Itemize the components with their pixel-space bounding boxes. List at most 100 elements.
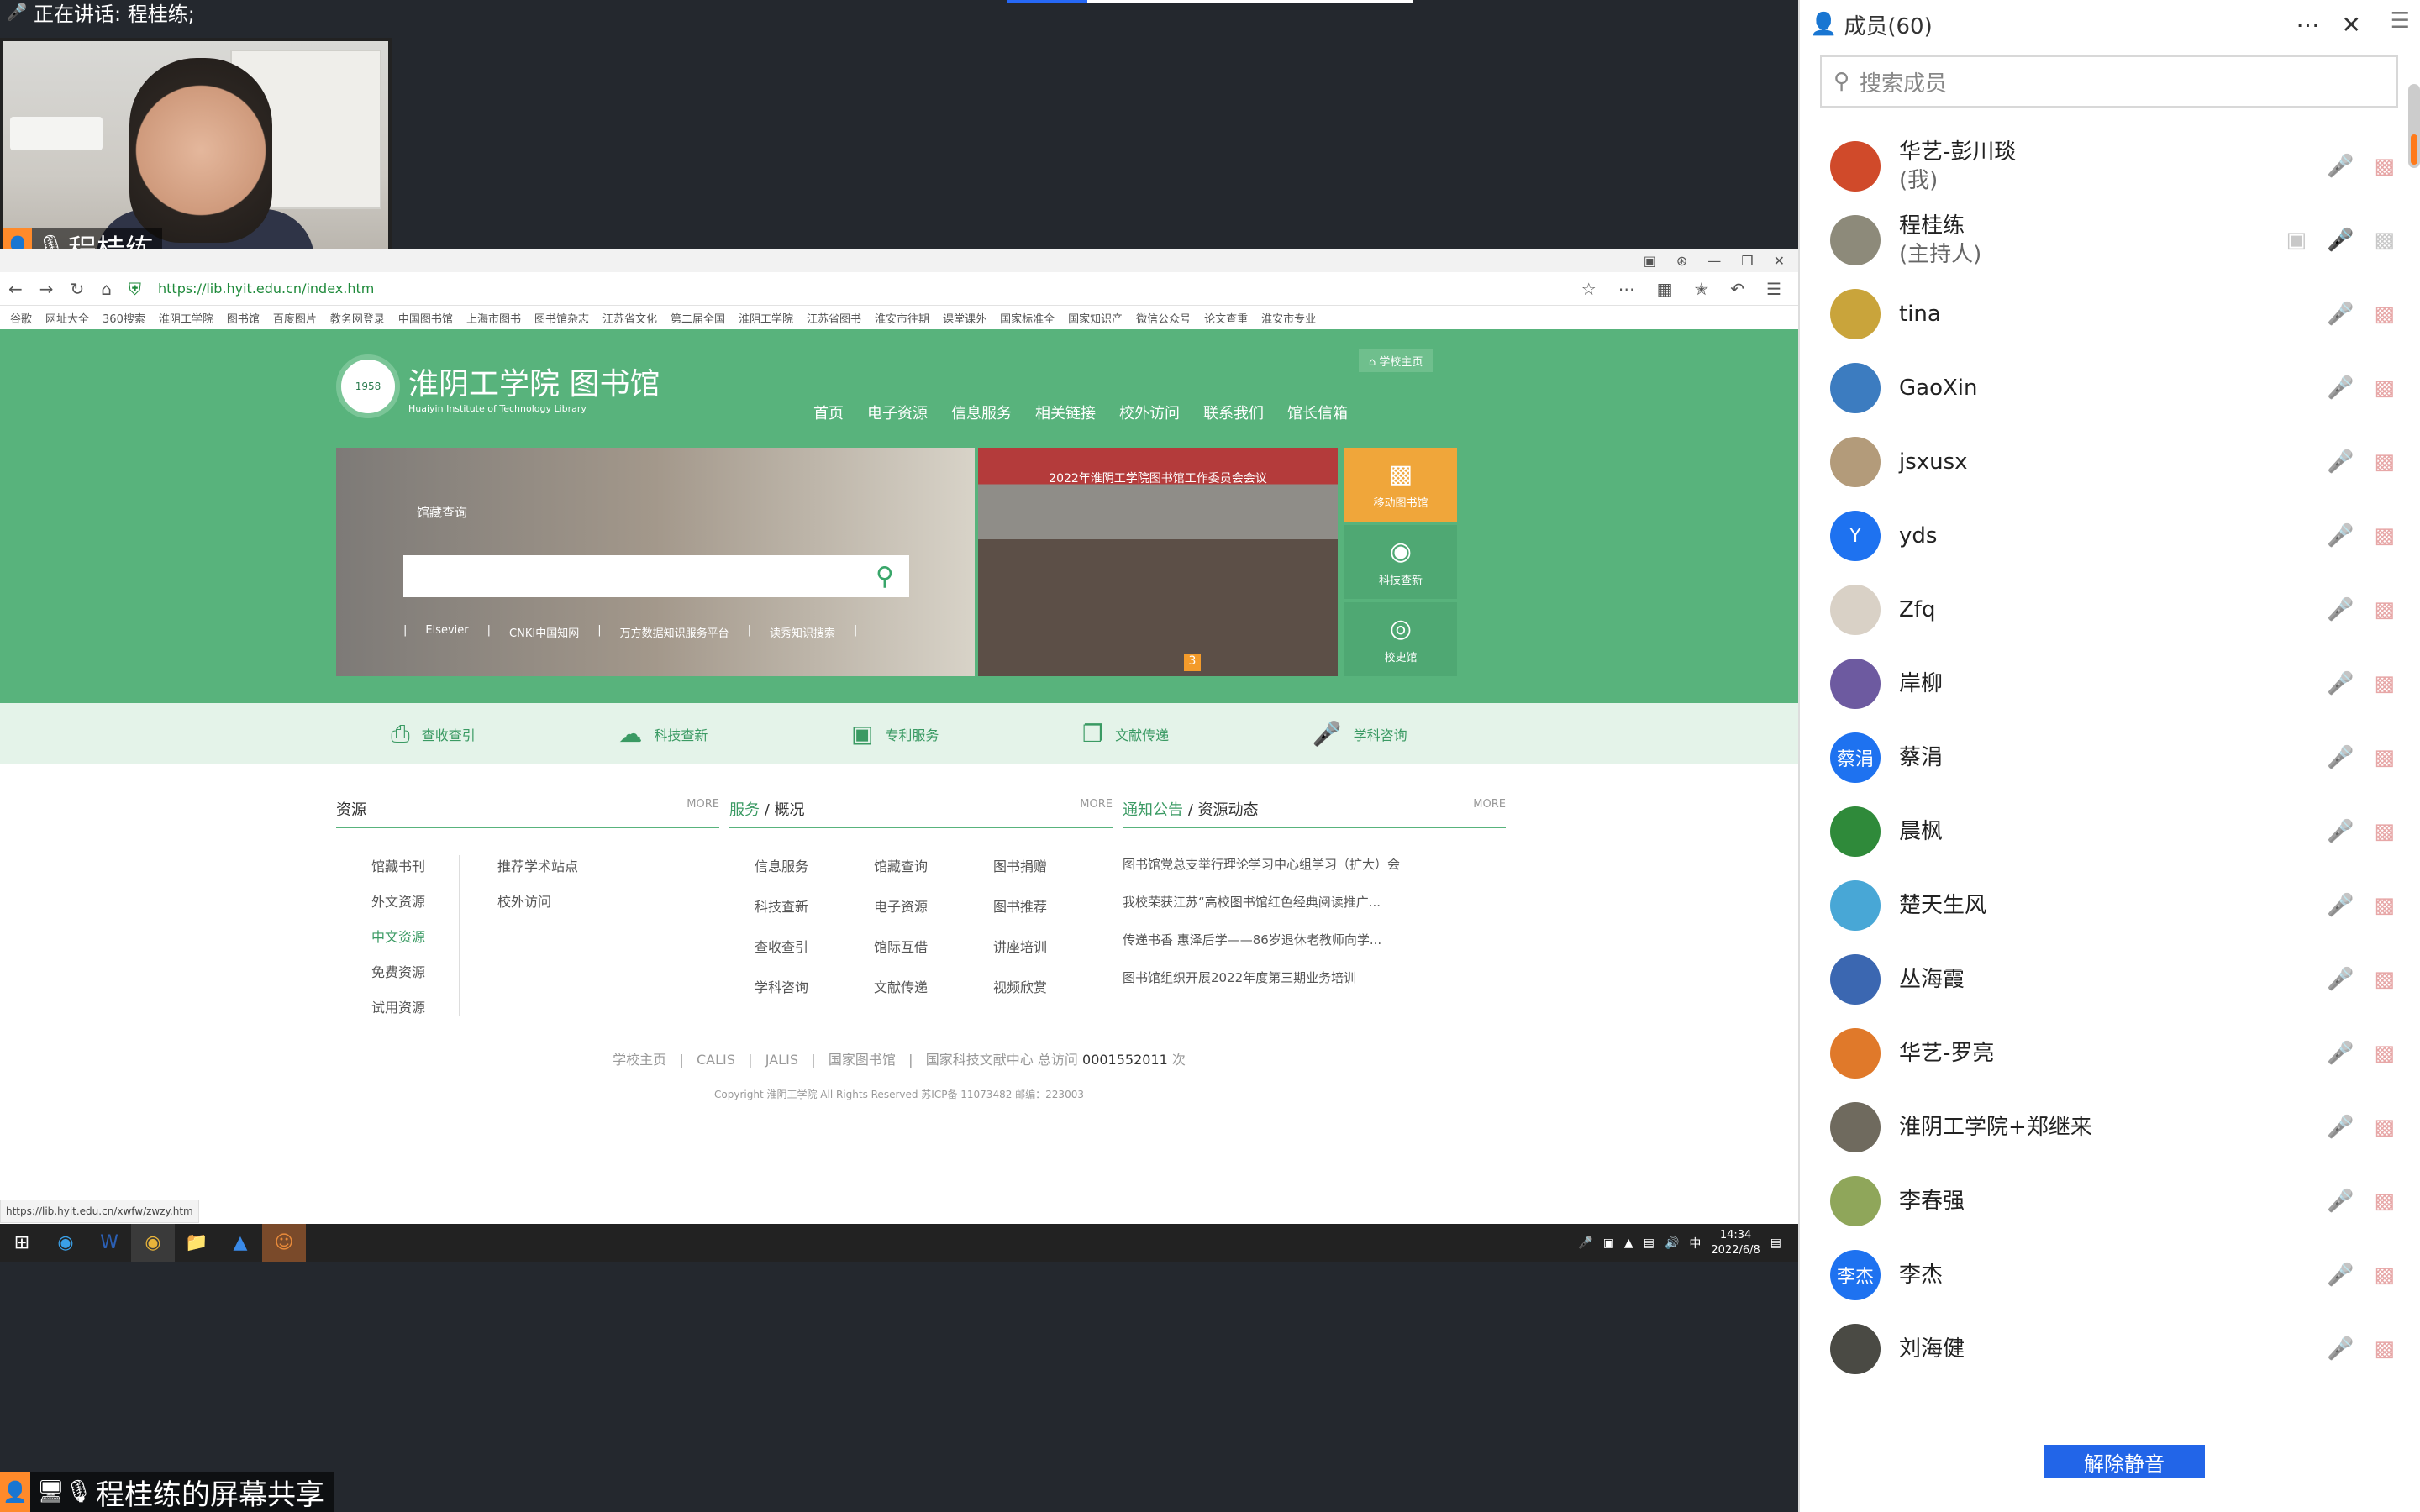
news-item[interactable]: 我校荣获江苏“高校图书馆红色经典阅读推广... <box>1123 893 1506 911</box>
member-row[interactable]: 蔡涓 蔡涓 🎤 ▩ <box>1800 721 2420 795</box>
bookmark-item[interactable]: 课堂课外 <box>943 310 986 326</box>
more-options-icon[interactable]: ⋯ <box>2296 11 2320 39</box>
more-link[interactable]: MORE <box>687 798 719 820</box>
bookmark-item[interactable]: 国家标准全 <box>1000 310 1055 326</box>
member-row[interactable]: 华艺-罗亮 🎤 ▩ <box>1800 1016 2420 1090</box>
bookmark-item[interactable]: 第二届全国 <box>671 310 725 326</box>
close-icon[interactable]: ✕ <box>1774 253 1785 269</box>
bookmark-item[interactable]: 微信公众号 <box>1136 310 1191 326</box>
tab-services[interactable]: 服务 <box>729 801 760 819</box>
member-row[interactable]: 程桂练 (主持人) ▣ 🎤 ▩ <box>1800 203 2420 277</box>
restore-icon[interactable]: ❐ <box>1741 253 1753 269</box>
member-row[interactable]: 华艺-彭川琰 (我) 🎤 ▩ <box>1800 129 2420 203</box>
bookmark-item[interactable]: 百度图片 <box>273 310 317 326</box>
menu-icon[interactable]: ☰ <box>1766 279 1781 299</box>
resource-link[interactable]: 外文资源 <box>371 890 425 911</box>
service-citation[interactable]: ⎙ 查收查引 <box>391 720 475 748</box>
member-row[interactable]: 李杰 李杰 🎤 ▩ <box>1800 1238 2420 1312</box>
footer-link[interactable]: JALIS <box>765 1052 798 1068</box>
more-icon[interactable]: ⋯ <box>1618 279 1635 299</box>
resource-link[interactable]: 校外访问 <box>497 890 578 911</box>
unmute-button[interactable]: 解除静音 <box>2044 1445 2205 1478</box>
service-delivery[interactable]: ❐ 文献传递 <box>1082 720 1169 748</box>
resource-link[interactable]: 免费资源 <box>371 961 425 981</box>
service-link[interactable]: 文献传递 <box>874 976 993 996</box>
member-row[interactable]: 晨枫 🎤 ▩ <box>1800 795 2420 869</box>
apps-icon[interactable]: ▦ <box>1657 279 1673 299</box>
footer-link[interactable]: 国家图书馆 <box>829 1052 896 1068</box>
menu-icon[interactable]: ☰ <box>2391 8 2410 34</box>
shirt-icon[interactable]: ⊛ <box>1676 253 1687 269</box>
resource-link[interactable]: 推荐学术站点 <box>497 855 578 875</box>
nav-item[interactable]: 信息服务 <box>951 402 1012 423</box>
service-link[interactable]: 电子资源 <box>874 895 993 916</box>
carousel-index[interactable]: 3 <box>1184 654 1201 671</box>
more-link[interactable]: MORE <box>1473 798 1506 820</box>
file-explorer-icon[interactable]: 📁 <box>175 1224 218 1262</box>
search-icon[interactable]: ⚲ <box>876 562 894 591</box>
footer-link[interactable]: 国家科技文献中心 <box>926 1052 1034 1068</box>
undo-icon[interactable]: ↶ <box>1730 279 1744 299</box>
member-row[interactable]: 楚天生风 🎤 ▩ <box>1800 869 2420 942</box>
service-link[interactable]: 信息服务 <box>755 855 874 875</box>
photos-icon[interactable]: ▲ <box>218 1224 262 1262</box>
footer-link[interactable]: 学校主页 <box>613 1052 666 1068</box>
bookmark-item[interactable]: 教务网登录 <box>330 310 385 326</box>
db-link[interactable]: 万方数据知识服务平台 <box>620 624 729 640</box>
word-icon[interactable]: W <box>87 1224 131 1262</box>
video-tile[interactable]: 👤 🎙 程桂练 <box>0 38 392 269</box>
home-icon[interactable]: ⌂ <box>101 279 112 299</box>
service-consult[interactable]: 🎤 学科咨询 <box>1313 720 1407 748</box>
back-icon[interactable]: ← <box>8 279 23 299</box>
service-link[interactable]: 馆藏查询 <box>874 855 993 875</box>
bookmark-item[interactable]: 图书馆 <box>227 310 260 326</box>
tab-resource-news[interactable]: 资源动态 <box>1198 801 1259 819</box>
more-link[interactable]: MORE <box>1080 798 1113 820</box>
bookmark-item[interactable]: 淮阴工学院 <box>159 310 213 326</box>
tile-novelty-search[interactable]: ◉ 科技查新 <box>1344 525 1457 599</box>
reload-icon[interactable]: ↻ <box>71 279 85 299</box>
footer-link[interactable]: CALIS <box>697 1052 735 1068</box>
school-home-link[interactable]: ⌂ 学校主页 <box>1359 349 1434 372</box>
tab-count-icon[interactable]: ▣ <box>1644 253 1656 269</box>
bookmark-item[interactable]: 图书馆杂志 <box>534 310 589 326</box>
service-novelty[interactable]: ☁ 科技查新 <box>618 720 708 748</box>
tile-history-museum[interactable]: ◎ 校史馆 <box>1344 602 1457 676</box>
windows-start-icon[interactable]: ⊞ <box>0 1224 44 1262</box>
news-item[interactable]: 图书馆党总支举行理论学习中心组学习（扩大）会 <box>1123 855 1506 873</box>
bookmark-item[interactable]: 谷歌 <box>10 310 32 326</box>
nav-item[interactable]: 首页 <box>813 402 844 423</box>
news-carousel[interactable]: 2022年淮阴工学院图书馆工作委员会会议 3 <box>978 448 1338 676</box>
bookmark-item[interactable]: 国家知识产 <box>1068 310 1123 326</box>
service-patent[interactable]: ▣ 专利服务 <box>851 720 939 748</box>
tab-overview[interactable]: 概况 <box>775 801 805 819</box>
bookmark-item[interactable]: 中国图书馆 <box>398 310 453 326</box>
member-row[interactable]: jsxusx 🎤 ▩ <box>1800 425 2420 499</box>
bookmark-item[interactable]: 江苏省文化 <box>602 310 657 326</box>
service-link[interactable]: 学科咨询 <box>755 976 874 996</box>
member-search-field[interactable]: ⚲ 搜索成员 <box>1820 55 2398 108</box>
close-panel-icon[interactable]: ✕ <box>2342 11 2361 39</box>
url-field[interactable]: https://lib.hyit.edu.cn/index.htm <box>158 281 374 297</box>
tray-icon[interactable]: ▲ <box>1624 1236 1634 1250</box>
nav-item[interactable]: 相关链接 <box>1035 402 1096 423</box>
edge-icon[interactable]: ◉ <box>44 1224 87 1262</box>
library-logo[interactable]: 1958 淮阴工学院 图书馆 Huaiyin Institute of Tech… <box>336 354 660 418</box>
service-link[interactable]: 讲座培训 <box>993 936 1113 956</box>
bookmark-item[interactable]: 淮阴工学院 <box>739 310 793 326</box>
bookmark-item[interactable]: 上海市图书 <box>466 310 521 326</box>
service-link[interactable]: 图书捐赠 <box>993 855 1113 875</box>
service-link[interactable]: 科技查新 <box>755 895 874 916</box>
minimize-icon[interactable]: — <box>1707 253 1721 269</box>
favorites-icon[interactable]: ✭ <box>1695 279 1709 299</box>
forward-icon[interactable]: → <box>39 279 54 299</box>
bookmark-item[interactable]: 360搜索 <box>103 310 145 326</box>
service-link[interactable]: 视频欣赏 <box>993 976 1113 996</box>
service-link[interactable]: 馆际互借 <box>874 936 993 956</box>
network-icon[interactable]: ▤ <box>1644 1236 1655 1250</box>
ime-indicator[interactable]: 中 <box>1689 1235 1701 1252</box>
member-row[interactable]: 刘海健 🎤 ▩ <box>1800 1312 2420 1386</box>
nav-item[interactable]: 校外访问 <box>1119 402 1180 423</box>
member-row[interactable]: 李春强 🎤 ▩ <box>1800 1164 2420 1238</box>
news-item[interactable]: 传递书香 惠泽后学——86岁退休老教师向学... <box>1123 931 1506 948</box>
